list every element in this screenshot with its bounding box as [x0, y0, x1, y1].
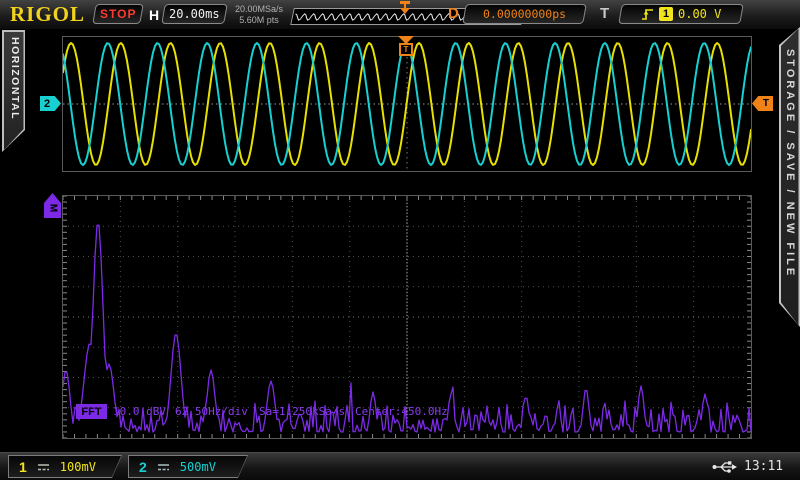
trigger-label: T	[600, 5, 609, 22]
fft-horizontal-scale: 62.50Hz/div	[175, 405, 248, 418]
usb-icon	[712, 460, 738, 474]
channel1-button[interactable]: 1 100mV	[8, 455, 122, 478]
trigger-level-value: 0.00 V	[678, 7, 721, 21]
fft-badge: FFT	[76, 404, 107, 419]
delay-value: 0.00000000ps	[483, 7, 566, 21]
fft-sample-rate: Sa=1.250kSa/s	[259, 405, 345, 418]
bottom-status-bar: 1 100mV 2 500mV	[0, 452, 800, 480]
trigger-level-marker-label: T	[763, 98, 769, 109]
strip-trigger-position-icon	[400, 8, 410, 14]
channel1-button-face: 1 100mV	[9, 456, 121, 477]
trigger-level-marker[interactable]: T	[752, 96, 773, 111]
trigger-source-badge: 1	[659, 7, 673, 21]
rigol-logo: RIGOL	[10, 2, 85, 27]
fft-panel: FFT 10.0 dBV 62.50Hz/div Sa=1.250kSa/s C…	[62, 195, 752, 439]
top-status-bar: RIGOL STOP H 20.00ms 20.00MSa/s 5.60M pt…	[0, 0, 800, 30]
trigger-button[interactable]: 1 0.00 V	[618, 4, 744, 24]
tab-horizontal[interactable]: HORIZONTAL	[2, 30, 25, 152]
math-channel-marker-label: M	[47, 203, 58, 211]
delay-label: D	[448, 5, 459, 22]
acquisition-info: 20.00MSa/s 5.60M pts	[228, 4, 290, 25]
memory-depth: 5.60M pts	[228, 15, 290, 26]
channel2-number: 2	[139, 459, 147, 475]
trigger-position-marker[interactable]: T	[399, 43, 413, 56]
ch2-ground-marker[interactable]: 2	[40, 96, 61, 111]
waveform-panel	[62, 36, 752, 172]
tab-horizontal-label: HORIZONTAL	[9, 37, 21, 120]
sample-rate: 20.00MSa/s	[228, 4, 290, 15]
channel1-number: 1	[19, 459, 27, 475]
channel2-scale: 500mV	[180, 460, 216, 474]
tab-storage-menu[interactable]: STORAGE / SAVE / NEW FILE	[779, 27, 800, 327]
fft-vertical-scale: 10.0 dBV	[113, 405, 166, 418]
math-channel-marker[interactable]: M	[44, 193, 61, 218]
channel2-button[interactable]: 2 500mV	[128, 455, 248, 478]
channel1-scale: 100mV	[60, 460, 96, 474]
delay-button[interactable]: 0.00000000ps	[462, 4, 587, 24]
fft-trace	[63, 196, 751, 438]
fft-center-frequency: Center:450.0Hz	[355, 405, 448, 418]
run-status-text: STOP	[100, 7, 136, 21]
trigger-position-marker-label: T	[404, 45, 409, 54]
dc-coupling-icon	[36, 461, 51, 473]
horizontal-label: H	[149, 7, 159, 23]
run-status-indicator: STOP	[92, 4, 144, 24]
dc-coupling-icon	[156, 461, 171, 473]
ch2-ground-marker-label: 2	[44, 98, 50, 110]
channel2-button-face: 2 500mV	[129, 456, 247, 477]
rising-edge-icon	[641, 7, 654, 21]
timebase-value: 20.00ms	[169, 7, 220, 21]
tab-storage-menu-label: STORAGE / SAVE / NEW FILE	[784, 49, 796, 278]
timebase-button[interactable]: 20.00ms	[161, 4, 228, 24]
oscilloscope-screen: RIGOL STOP H 20.00ms 20.00MSa/s 5.60M pt…	[0, 0, 800, 480]
clock: 13:11	[744, 459, 783, 474]
waveform-traces	[63, 37, 751, 171]
